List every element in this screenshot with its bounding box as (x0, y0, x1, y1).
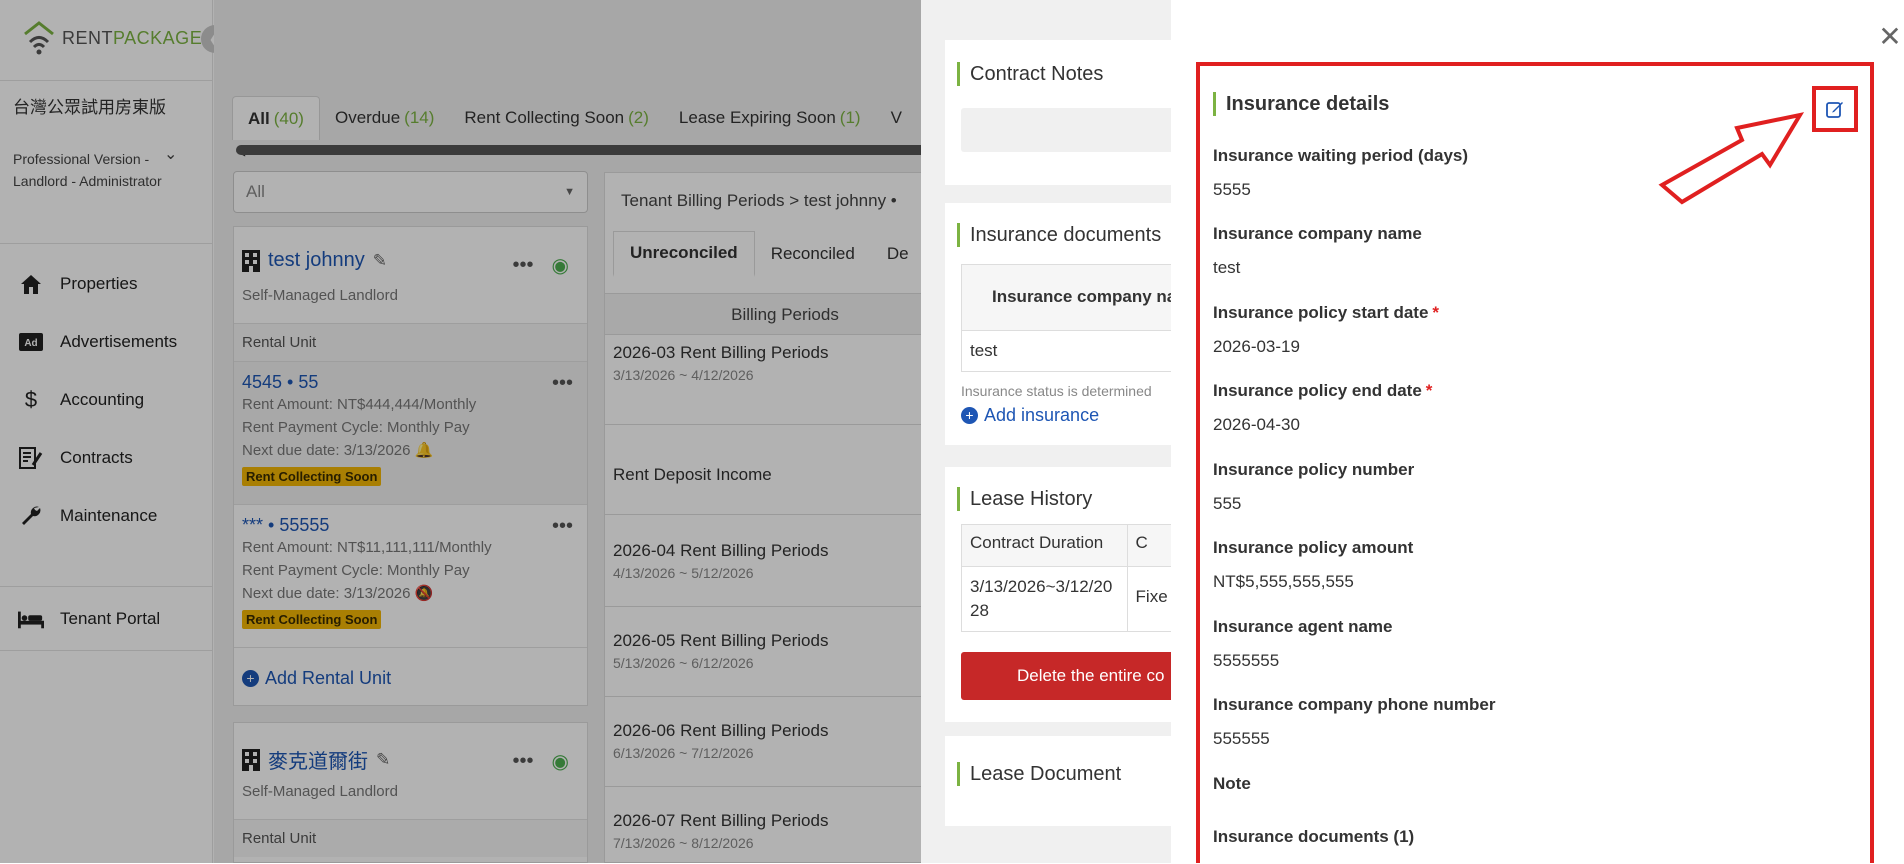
contract-notes-box (961, 108, 1171, 152)
field-policy-end-date: Insurance policy end date * 2026-04-30 (1213, 381, 1433, 434)
section-title: Lease Document (957, 762, 1121, 786)
contract-details-panel: Contract Notes Insurance documents Insur… (921, 0, 1171, 863)
lease-history-table: Contract Duration C 3/13/2026~3/12/2028 … (961, 524, 1171, 632)
plus-circle-icon: + (961, 407, 978, 424)
field-insurance-documents: Insurance documents (1) (1213, 827, 1415, 846)
field-company-name: Insurance company name test (1213, 224, 1426, 278)
insurance-table: Insurance company na test (961, 264, 1171, 372)
field-value: 2026-03-19 (1213, 337, 1300, 356)
table-cell: 3/13/2026~3/12/2028 (962, 567, 1128, 631)
field-note: Note (1213, 774, 1251, 793)
insurance-status-note: Insurance status is determined (961, 383, 1152, 399)
field-waiting-period: Insurance waiting period (days) 5555 (1213, 146, 1472, 200)
add-insurance-link[interactable]: + Add insurance (961, 405, 1099, 426)
accent-bar (957, 762, 960, 786)
table-header: C (1135, 533, 1148, 552)
section-title: Contract Notes (957, 62, 1103, 86)
field-value: 5555555 (1213, 651, 1280, 670)
edit-insurance-button[interactable] (1812, 86, 1858, 132)
table-cell[interactable]: test (962, 331, 1171, 371)
field-policy-number: Insurance policy number 555 (1213, 460, 1418, 514)
field-value: 555 (1213, 494, 1242, 513)
section-title: Insurance details (1213, 92, 1389, 116)
close-icon[interactable]: ✕ (1876, 22, 1904, 52)
section-title: Lease History (957, 487, 1092, 511)
field-value: 555555 (1213, 729, 1270, 748)
edit-icon (1826, 102, 1843, 118)
field-value: NT$5,555,555,555 (1213, 572, 1354, 591)
arrow-annotation-icon (1658, 112, 1805, 205)
accent-bar (957, 223, 960, 247)
table-header: Insurance company na (962, 265, 1171, 331)
section-title: Insurance documents (957, 223, 1161, 247)
accent-bar (1213, 92, 1216, 116)
field-agent-name: Insurance agent name 5555555 (1213, 617, 1397, 671)
field-value: 5555 (1213, 180, 1251, 199)
accent-bar (957, 62, 960, 86)
field-policy-start-date: Insurance policy start date * 2026-03-19 (1213, 303, 1440, 356)
delete-contract-button[interactable]: Delete the entire co (961, 652, 1171, 700)
lease-document-card: Lease Document (945, 736, 1171, 826)
field-value: test (1213, 258, 1241, 277)
table-header: Contract Duration (962, 525, 1128, 566)
accent-bar (957, 487, 960, 511)
table-cell: Fixe (1135, 587, 1168, 606)
field-policy-amount: Insurance policy amount NT$5,555,555,555 (1213, 538, 1417, 592)
field-value: 2026-04-30 (1213, 415, 1300, 434)
field-company-phone: Insurance company phone number 555555 (1213, 695, 1499, 749)
